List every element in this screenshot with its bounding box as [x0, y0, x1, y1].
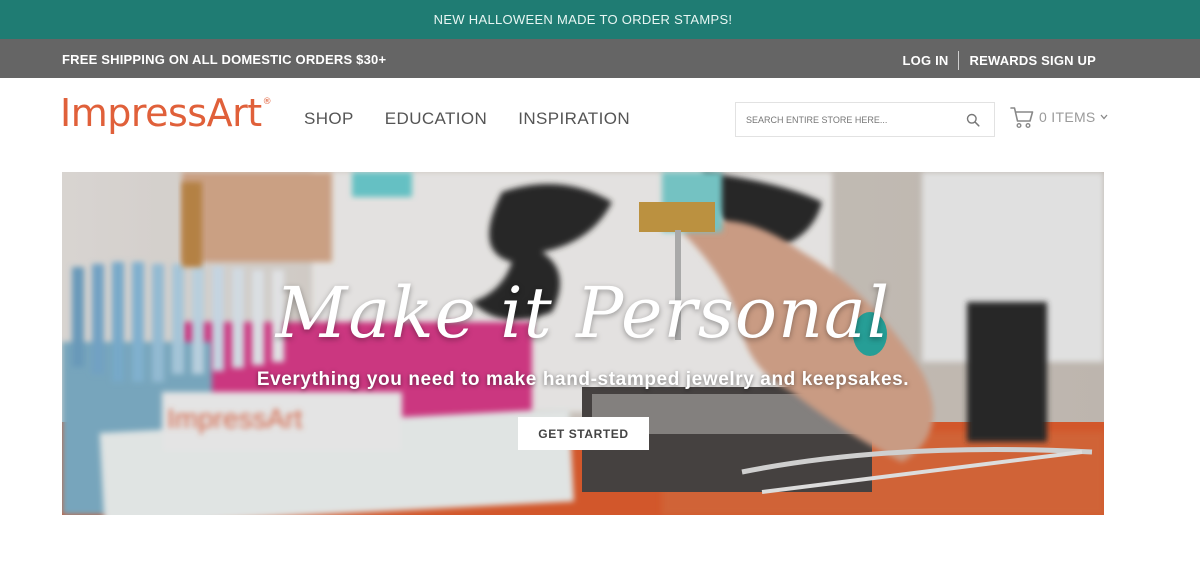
- nav-inspiration[interactable]: INSPIRATION: [518, 109, 630, 129]
- get-started-button[interactable]: GET STARTED: [518, 417, 649, 450]
- nav-education[interactable]: EDUCATION: [385, 109, 487, 129]
- impressart-logo[interactable]: ImpressArt®: [60, 91, 272, 135]
- site-header: ImpressArt® SHOP EDUCATION INSPIRATION 0…: [0, 78, 1200, 168]
- hero-title: Make it Personal: [275, 272, 891, 354]
- search-icon[interactable]: [966, 113, 980, 127]
- cart-icon: [1010, 107, 1034, 129]
- account-divider: [958, 51, 960, 70]
- rewards-signup-link[interactable]: REWARDS SIGN UP: [969, 53, 1096, 68]
- utility-bar: FREE SHIPPING ON ALL DOMESTIC ORDERS $30…: [0, 39, 1200, 78]
- search-box: [735, 102, 995, 137]
- search-input[interactable]: [746, 111, 956, 129]
- main-nav: SHOP EDUCATION INSPIRATION: [304, 109, 661, 129]
- promo-banner[interactable]: NEW HALLOWEEN MADE TO ORDER STAMPS!: [0, 0, 1200, 39]
- chevron-down-icon: [1100, 114, 1108, 120]
- login-link[interactable]: LOG IN: [903, 53, 949, 68]
- hero-banner[interactable]: ImpressArt Make it Personal Everything y…: [62, 172, 1104, 515]
- account-links: LOG IN REWARDS SIGN UP: [903, 51, 1097, 70]
- cart-count-label: 0 ITEMS: [1039, 109, 1096, 125]
- hero-subtitle: Everything you need to make hand-stamped…: [256, 369, 910, 390]
- registered-mark: ®: [262, 97, 272, 107]
- cart-button[interactable]: 0 ITEMS: [1009, 104, 1108, 130]
- nav-shop[interactable]: SHOP: [304, 109, 354, 129]
- promo-text[interactable]: NEW HALLOWEEN MADE TO ORDER STAMPS!: [434, 12, 733, 27]
- logo-text: ImpressArt: [60, 91, 262, 135]
- free-shipping-text: FREE SHIPPING ON ALL DOMESTIC ORDERS $30…: [62, 52, 387, 67]
